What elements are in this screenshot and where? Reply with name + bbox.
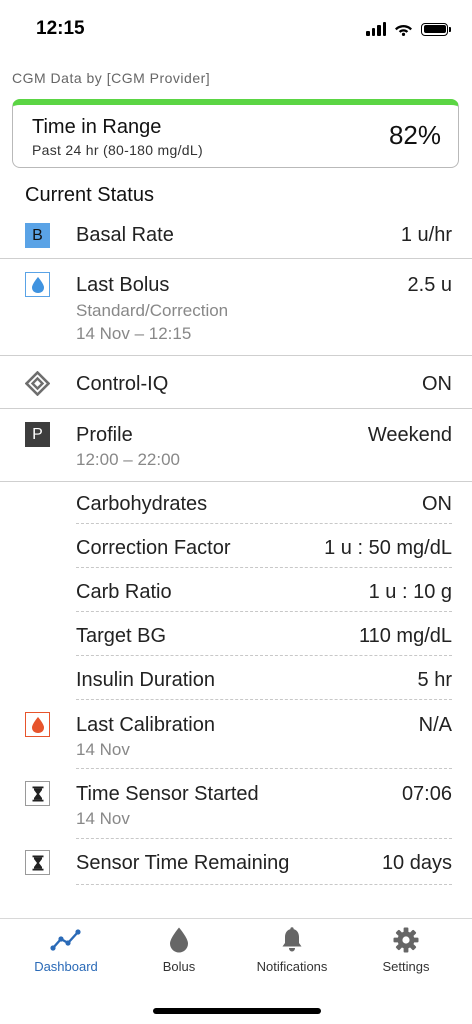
- sensor-remaining-label: Sensor Time Remaining: [76, 852, 290, 874]
- last-bolus-time: 14 Nov – 12:15: [76, 324, 192, 343]
- tab-bolus[interactable]: Bolus: [120, 927, 238, 974]
- time-in-range-subtitle: Past 24 hr (80-180 mg/dL): [32, 142, 203, 158]
- tab-settings-label: Settings: [382, 959, 430, 974]
- tab-dashboard[interactable]: Dashboard: [7, 927, 125, 974]
- basal-rate-value: 1 u/hr: [400, 224, 452, 246]
- status-time: 12:15: [36, 18, 85, 39]
- setting-value: 5 hr: [417, 669, 452, 691]
- tab-settings[interactable]: Settings: [347, 927, 465, 974]
- current-status-heading: Current Status: [25, 184, 154, 206]
- profile-setting-row: Target BG 110 mg/dL: [0, 624, 472, 654]
- time-in-range-value: 82%: [388, 120, 441, 150]
- dashed-divider: [76, 611, 452, 612]
- cellular-signal-icon: [366, 22, 386, 36]
- dashed-divider: [76, 523, 452, 524]
- hourglass-icon: [25, 850, 50, 875]
- dashed-divider: [76, 567, 452, 568]
- setting-label: Carb Ratio: [76, 581, 172, 603]
- last-calibration-row[interactable]: Last Calibration N/A 14 Nov: [0, 712, 472, 768]
- setting-value: 1 u : 50 mg/dL: [324, 537, 452, 559]
- status-bar: 12:15: [0, 0, 472, 62]
- dashed-divider: [76, 884, 452, 885]
- droplet-icon: [170, 927, 188, 953]
- last-bolus-row[interactable]: Last Bolus 2.5 u Standard/Correction 14 …: [0, 272, 472, 356]
- setting-label: Insulin Duration: [76, 669, 215, 691]
- basal-b-icon: B: [25, 223, 50, 248]
- profile-time: 12:00 – 22:00: [76, 450, 180, 469]
- sensor-started-value: 07:06: [401, 783, 452, 805]
- last-calibration-value: N/A: [418, 714, 452, 736]
- profile-setting-row: Correction Factor 1 u : 50 mg/dL: [0, 536, 472, 566]
- profile-setting-row: Carb Ratio 1 u : 10 g: [0, 580, 472, 610]
- sensor-remaining-value: 10 days: [381, 852, 452, 874]
- hourglass-icon: [25, 781, 50, 806]
- profile-p-icon: P: [25, 422, 50, 447]
- sensor-started-row[interactable]: Time Sensor Started 07:06 14 Nov: [0, 781, 472, 837]
- blood-drop-icon: [25, 712, 50, 737]
- setting-label: Correction Factor: [76, 537, 231, 559]
- last-bolus-type: Standard/Correction: [76, 301, 229, 320]
- battery-icon: [421, 22, 451, 36]
- profile-setting-row: Insulin Duration 5 hr: [0, 668, 472, 698]
- tab-dashboard-label: Dashboard: [34, 959, 98, 974]
- time-in-range-card[interactable]: Time in Range Past 24 hr (80-180 mg/dL) …: [12, 99, 459, 168]
- setting-value: 1 u : 10 g: [368, 581, 452, 603]
- status-icons: [366, 22, 451, 36]
- sensor-started-date: 14 Nov: [76, 809, 130, 828]
- dashed-divider: [76, 655, 452, 656]
- profile-label: Profile: [76, 424, 133, 446]
- control-iq-label: Control-IQ: [76, 373, 169, 395]
- last-bolus-value: 2.5 u: [407, 274, 452, 296]
- divider: [0, 258, 472, 259]
- divider: [0, 408, 472, 409]
- profile-row[interactable]: P Profile Weekend 12:00 – 22:00: [0, 422, 472, 480]
- basal-rate-label: Basal Rate: [76, 224, 174, 246]
- last-bolus-label: Last Bolus: [76, 274, 170, 296]
- sensor-remaining-row[interactable]: Sensor Time Remaining 10 days: [0, 850, 472, 884]
- cgm-provider-label: CGM Data by [CGM Provider]: [12, 70, 211, 86]
- home-indicator: [153, 1008, 321, 1014]
- profile-value: Weekend: [367, 424, 452, 446]
- basal-rate-row[interactable]: B Basal Rate 1 u/hr: [0, 222, 472, 258]
- wifi-icon: [395, 25, 412, 36]
- time-in-range-title: Time in Range: [32, 116, 162, 138]
- profile-setting-row: Carbohydrates ON: [0, 492, 472, 522]
- dashed-divider: [76, 699, 452, 700]
- droplet-icon: [25, 272, 50, 297]
- divider: [0, 481, 472, 482]
- setting-label: Target BG: [76, 625, 167, 647]
- setting-value: 110 mg/dL: [358, 625, 452, 647]
- dashed-divider: [76, 838, 452, 839]
- gear-icon: [393, 927, 419, 953]
- last-calibration-date: 14 Nov: [76, 740, 130, 759]
- setting-label: Carbohydrates: [76, 493, 208, 515]
- chart-line-icon: [50, 929, 81, 951]
- tab-notifications-label: Notifications: [256, 959, 328, 974]
- control-iq-value: ON: [422, 373, 452, 395]
- control-iq-row[interactable]: Control-IQ ON: [0, 370, 472, 407]
- tab-bolus-label: Bolus: [162, 959, 196, 974]
- divider: [0, 355, 472, 356]
- last-calibration-label: Last Calibration: [76, 714, 215, 736]
- dashed-divider: [76, 768, 452, 769]
- tab-notifications[interactable]: Notifications: [233, 927, 351, 974]
- control-iq-diamond-icon: [24, 370, 51, 397]
- sensor-started-label: Time Sensor Started: [76, 783, 259, 805]
- bell-icon: [282, 927, 302, 952]
- setting-value: ON: [422, 493, 452, 515]
